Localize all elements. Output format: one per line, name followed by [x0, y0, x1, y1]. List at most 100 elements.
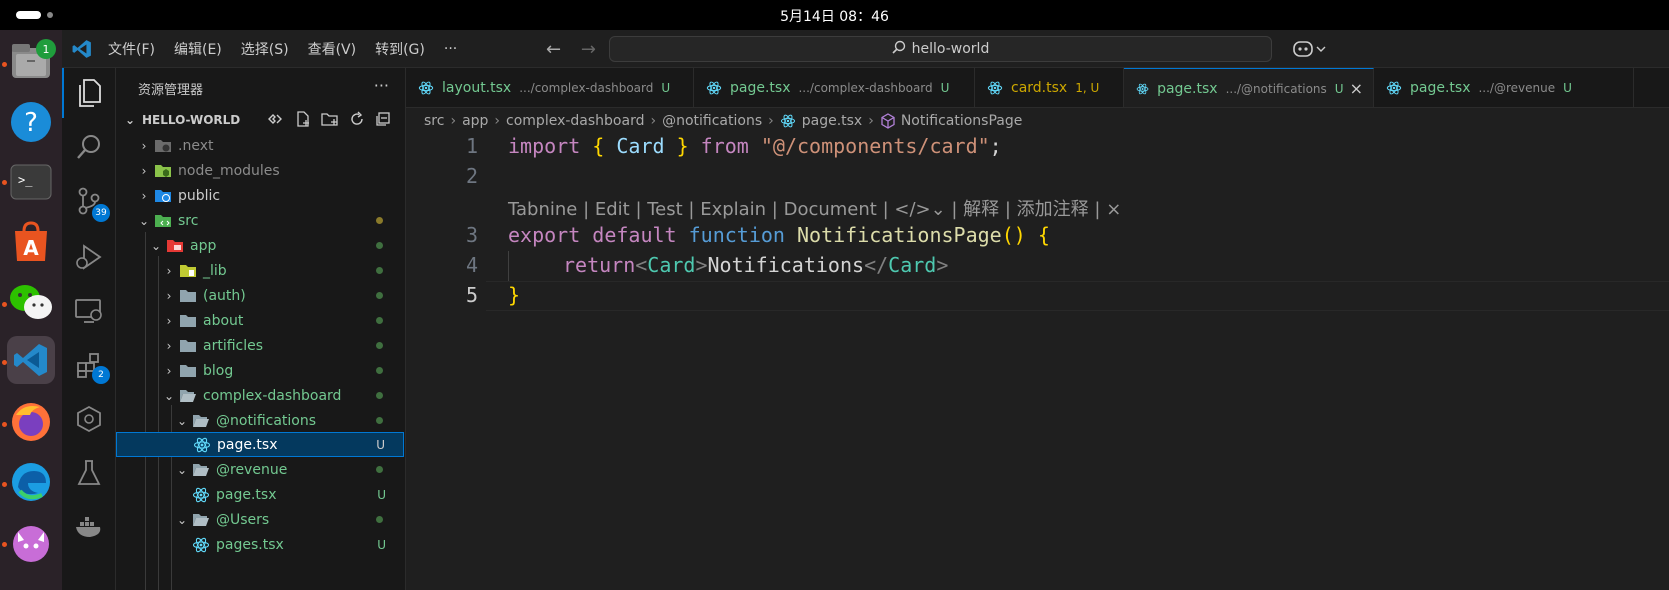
folder-next-icon [155, 139, 171, 152]
identifier: Card [604, 134, 677, 158]
chevron-right-icon: › [141, 163, 147, 178]
tree-item-complex-dashboard[interactable]: ⌄ complex-dashboard [116, 383, 404, 408]
extensions-icon[interactable] [62, 340, 116, 390]
code-line-4[interactable]: return<Card>Notifications</Card> [563, 253, 948, 277]
untracked-dot [376, 392, 383, 399]
edge-app-icon[interactable] [7, 458, 55, 506]
workspace-section-header[interactable]: ⌄ HELLO-WORLD [116, 108, 405, 132]
copilot-icon[interactable] [1292, 39, 1328, 63]
code-line-1[interactable]: import { Card } from "@/components/card"… [508, 134, 1002, 158]
tree-item-users[interactable]: ⌄ @Users [116, 507, 404, 532]
tab-page-notifications[interactable]: page.tsx .../@notifications U × [1124, 68, 1374, 107]
search-view-icon[interactable] [62, 122, 116, 172]
tree-item-label: public [178, 187, 221, 204]
refresh-icon[interactable] [349, 111, 365, 130]
line-number: 1 [465, 134, 478, 158]
folder-icon [180, 364, 196, 377]
tab-name: layout.tsx [442, 80, 512, 96]
breadcrumb-item[interactable]: @notifications [662, 113, 762, 129]
react-file-icon [706, 81, 722, 95]
jsx-bracket: > [695, 253, 708, 277]
testing-icon[interactable] [62, 448, 116, 498]
chevron-down-icon: ⌄ [176, 512, 188, 527]
explorer-more-button[interactable]: ··· [374, 76, 389, 95]
folder-open-icon [180, 389, 196, 402]
running-indicator [2, 360, 7, 365]
back-arrow-icon[interactable]: ← [546, 39, 561, 60]
untracked-dot [376, 267, 383, 274]
command-center-search[interactable]: hello-world [609, 36, 1272, 62]
explorer-icon[interactable] [62, 68, 116, 118]
tree-item-lib[interactable]: › _lib [116, 258, 404, 283]
new-file-ai-icon[interactable] [267, 111, 285, 130]
new-file-icon[interactable] [295, 111, 311, 130]
folder-open-icon [193, 463, 209, 476]
svg-text:?: ? [24, 108, 38, 138]
codelens-actions-tail[interactable]: | 解释 | 添加注释 | × [946, 199, 1121, 220]
tree-item-artificles[interactable]: › artificles [116, 333, 404, 358]
tab-path: .../complex-dashboard [519, 81, 654, 95]
cat-app-icon[interactable] [7, 518, 55, 566]
breadcrumb-item[interactable]: NotificationsPage [901, 113, 1023, 129]
menu-edit[interactable]: 编辑(E) [174, 39, 222, 59]
chevron-right-icon: › [166, 263, 172, 278]
menu-select[interactable]: 选择(S) [241, 39, 289, 59]
source-control-badge: 39 [92, 204, 110, 222]
breadcrumb-item[interactable]: page.tsx [802, 113, 862, 129]
help-app-icon[interactable]: ? [7, 98, 55, 146]
breadcrumb-item[interactable]: complex-dashboard [506, 113, 644, 129]
wechat-app-icon[interactable] [7, 278, 55, 326]
vscode-logo-icon [72, 39, 92, 63]
breadcrumb: src › app › complex-dashboard › @notific… [406, 108, 1669, 134]
tree-item-src[interactable]: ⌄ src [116, 208, 404, 233]
terminal-app-icon[interactable]: >_ [7, 158, 55, 206]
tree-item-app[interactable]: ⌄ app [116, 233, 404, 258]
chevron-down-icon: ⌄ [176, 413, 188, 428]
code-line-5[interactable]: } [508, 283, 520, 307]
forward-arrow-icon[interactable]: → [581, 39, 596, 60]
firefox-app-icon[interactable] [7, 398, 55, 446]
keyword-from: from [688, 134, 761, 158]
tree-item-revenue-page[interactable]: page.tsx U [116, 482, 404, 507]
codelens-bar[interactable]: Tabnine | Edit | Test | Explain | Docume… [508, 195, 1121, 221]
svg-text:>_: >_ [18, 173, 33, 187]
tree-item-label: _lib [203, 262, 227, 279]
tab-page-revenue[interactable]: page.tsx .../@revenue U [1374, 68, 1634, 107]
menu-go[interactable]: 转到(G) [375, 39, 425, 59]
tab-card[interactable]: card.tsx 1, U [975, 68, 1124, 107]
tree-item-about[interactable]: › about [116, 308, 404, 333]
tree-item-notifications-page[interactable]: page.tsx U [116, 432, 404, 457]
react-file-icon [1136, 83, 1149, 94]
tab-page-complex-dashboard[interactable]: page.tsx .../complex-dashboard U [694, 68, 975, 107]
editor-tabs: layout.tsx .../complex-dashboard U page.… [406, 68, 1669, 108]
tree-item-users-pages[interactable]: pages.tsx U [116, 532, 404, 557]
tree-item-blog[interactable]: › blog [116, 358, 404, 383]
breadcrumb-item[interactable]: src [424, 113, 444, 129]
menu-file[interactable]: 文件(F) [108, 39, 155, 59]
tree-item-next[interactable]: › .next [116, 133, 404, 158]
code-line-3[interactable]: export default function NotificationsPag… [508, 223, 1050, 247]
codelens-actions[interactable]: Tabnine | Edit | Test | Explain | Docume… [508, 199, 894, 220]
tree-item-public[interactable]: › public [116, 183, 404, 208]
tree-item-node-modules[interactable]: › node_modules [116, 158, 404, 183]
menu-view[interactable]: 查看(V) [308, 39, 357, 59]
tab-layout[interactable]: layout.tsx .../complex-dashboard U [406, 68, 694, 107]
close-tab-icon[interactable]: × [1350, 79, 1363, 98]
tree-item-auth[interactable]: › (auth) [116, 283, 404, 308]
docker-icon[interactable] [62, 502, 116, 552]
new-folder-icon[interactable] [321, 111, 339, 130]
remote-explorer-icon[interactable] [62, 286, 116, 336]
run-debug-icon[interactable] [62, 232, 116, 282]
tabnine-chevron-icon[interactable]: </>⌄ [894, 199, 945, 220]
kubernetes-icon[interactable] [62, 394, 116, 444]
breadcrumb-item[interactable]: app [462, 113, 488, 129]
app-store-icon[interactable]: A [7, 218, 55, 266]
tree-item-notifications[interactable]: ⌄ @notifications [116, 408, 404, 433]
code-editor[interactable]: 1 2 3 4 5 import { Card } from "@/compon… [406, 134, 1669, 590]
collapse-all-icon[interactable] [375, 111, 391, 130]
system-clock[interactable]: 5月14日 08：46 [0, 6, 1669, 26]
menu-more[interactable]: ··· [444, 41, 457, 57]
vscode-app-icon[interactable] [7, 336, 55, 384]
tree-item-revenue[interactable]: ⌄ @revenue [116, 457, 404, 482]
